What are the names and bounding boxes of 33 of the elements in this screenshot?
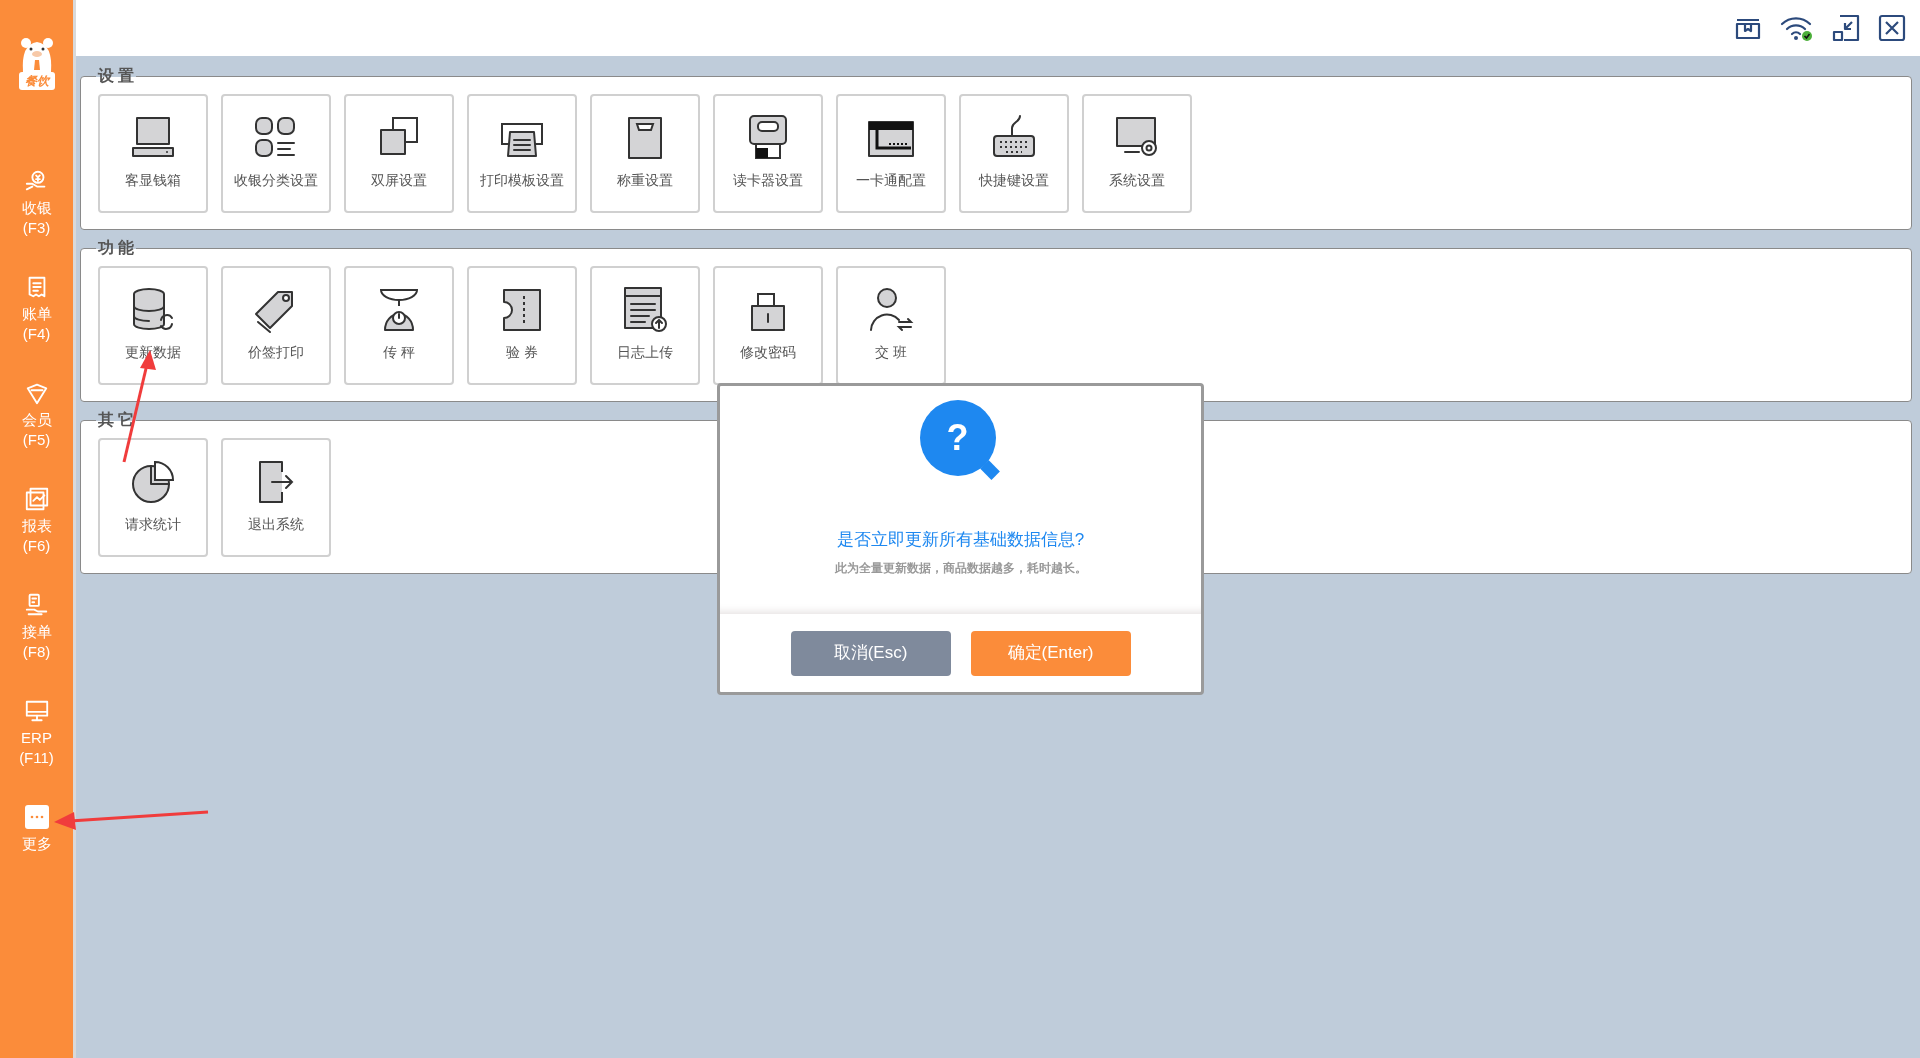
function-tile[interactable]: 日志上传: [590, 266, 700, 385]
function-tile[interactable]: 一卡通配置: [836, 94, 946, 213]
function-tile[interactable]: 收银分类设置: [221, 94, 331, 213]
section-title: 功 能: [96, 239, 137, 257]
function-tile[interactable]: 打印模板设置: [467, 94, 577, 213]
wifi-connected-icon[interactable]: [1780, 14, 1814, 42]
minimize-window-icon[interactable]: [1832, 14, 1860, 42]
section-title: 其 它: [96, 411, 137, 429]
logo-badge: 餐饮: [18, 72, 55, 90]
dialog-message: 此为全量更新数据，商品数据越多，耗时越长。: [834, 559, 1087, 577]
function-tile[interactable]: 交 班: [836, 266, 946, 385]
section-title: 设 置: [96, 67, 137, 85]
function-tile[interactable]: 请求统计: [98, 438, 208, 557]
more-dots-icon: [23, 804, 50, 830]
function-tile[interactable]: 修改密码: [713, 266, 823, 385]
function-tile[interactable]: 客显钱箱: [98, 94, 208, 213]
function-tile[interactable]: 系统设置: [1082, 94, 1192, 213]
monitor-icon: [23, 698, 50, 724]
dialog-title: 是否立即更新所有基础数据信息?: [836, 529, 1085, 551]
user-switch-icon: [867, 286, 915, 334]
function-tile[interactable]: 验 券: [467, 266, 577, 385]
close-icon[interactable]: [1878, 14, 1906, 42]
function-tile[interactable]: 价签打印: [221, 266, 331, 385]
function-tile[interactable]: 称重设置: [590, 94, 700, 213]
function-tile[interactable]: 快捷键设置: [959, 94, 1069, 213]
function-tile[interactable]: 退出系统: [221, 438, 331, 557]
function-tile[interactable]: 读卡器设置: [713, 94, 823, 213]
pie-chart-icon: [129, 458, 177, 506]
hand-order-icon: [23, 592, 50, 618]
log-upload-icon: [621, 286, 669, 334]
function-tile[interactable]: 双屏设置: [344, 94, 454, 213]
function-tile[interactable]: 传 秤: [344, 266, 454, 385]
chart-icon: [23, 486, 50, 512]
